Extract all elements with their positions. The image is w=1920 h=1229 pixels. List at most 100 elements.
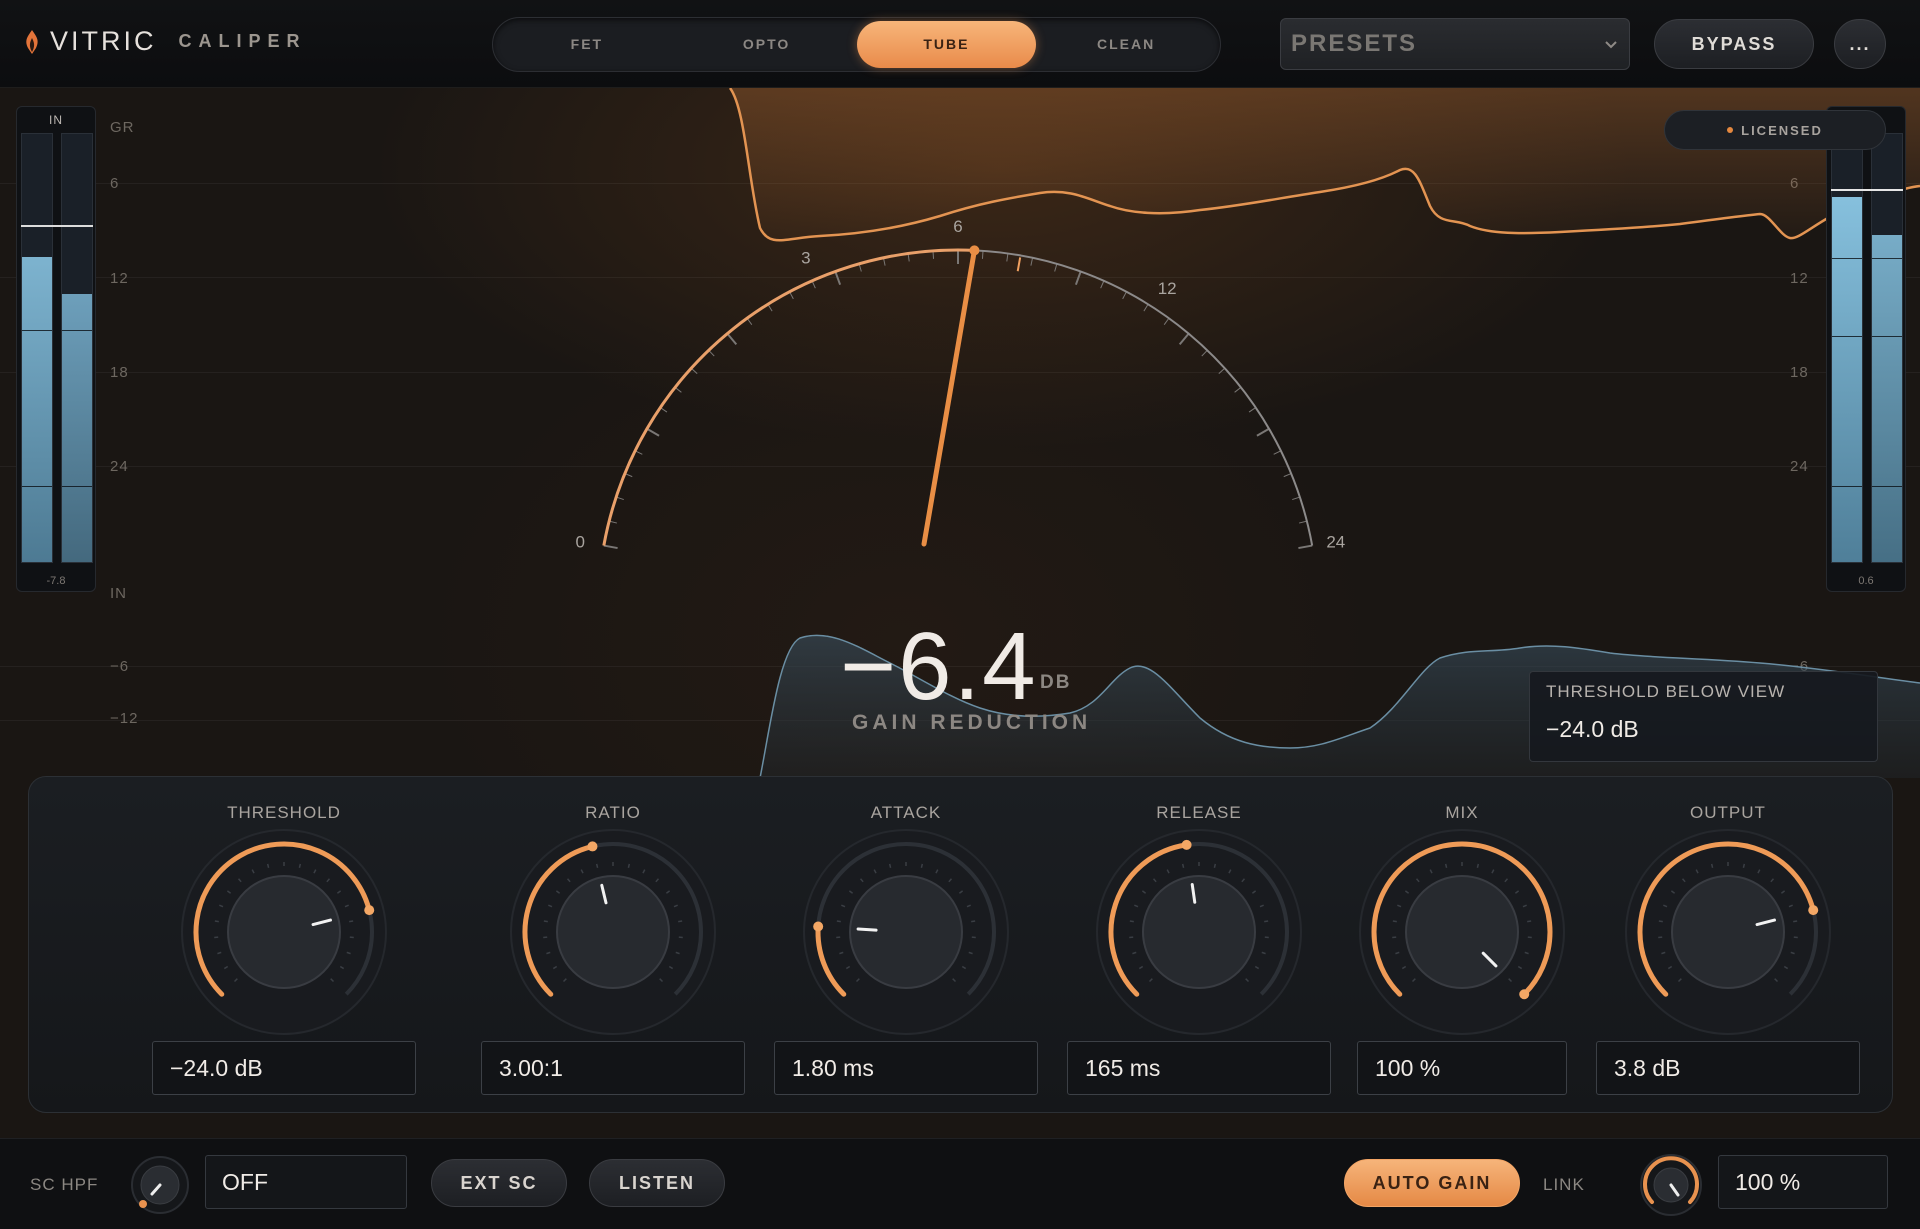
dial-tick-label: 12 xyxy=(1158,279,1177,298)
mix-label: MIX xyxy=(1445,803,1479,822)
auto-gain-button[interactable]: AUTO GAIN xyxy=(1344,1159,1520,1207)
output-control: OUTPUT 3.8 dB xyxy=(1588,777,1868,1114)
dial-peak-marker xyxy=(1016,257,1022,272)
knob-tick xyxy=(1392,920,1397,923)
sc-hpf-knob[interactable] xyxy=(130,1155,190,1215)
knob-body xyxy=(1405,875,1519,989)
dial-tick-marks xyxy=(603,250,1313,550)
presets-label: PRESETS xyxy=(1291,30,1418,57)
sc-hpf-value-field[interactable]: OFF xyxy=(205,1155,407,1209)
dial-tick xyxy=(1074,271,1082,286)
dial-tick xyxy=(1298,544,1313,550)
threshold-label: THRESHOLD xyxy=(227,803,341,822)
knob-tick xyxy=(1213,863,1217,868)
knob-tick xyxy=(678,920,683,923)
dial-tick xyxy=(646,427,660,437)
dial-tick xyxy=(1163,317,1170,326)
more-options-button[interactable]: ... xyxy=(1834,19,1886,69)
ext-sc-button[interactable]: EXT SC xyxy=(431,1159,567,1207)
knob-tick xyxy=(627,863,631,868)
knob-tick xyxy=(543,920,548,923)
dial-tick xyxy=(1234,386,1242,393)
mix-knob[interactable] xyxy=(1357,827,1567,1037)
dial-tick-label: 3 xyxy=(801,248,810,267)
dial-tick xyxy=(1201,349,1208,357)
dial-tick xyxy=(1273,450,1282,455)
dial-tick xyxy=(1292,496,1300,501)
brand-name: VITRIC xyxy=(50,26,157,56)
dial-tick xyxy=(1218,367,1226,374)
bypass-button[interactable]: BYPASS xyxy=(1654,19,1814,69)
output-knob[interactable] xyxy=(1623,827,1833,1037)
knob-body xyxy=(556,875,670,989)
dial-tick xyxy=(1143,304,1149,312)
release-knob[interactable] xyxy=(1094,827,1304,1037)
dial-tick xyxy=(834,271,842,286)
presets-dropdown[interactable]: PRESETS xyxy=(1280,18,1630,70)
knob-tick xyxy=(1181,863,1185,868)
compressor-mode-selector: FET OPTO TUBE CLEAN xyxy=(492,17,1221,72)
dial-tick xyxy=(1100,280,1105,289)
attack-label: ATTACK xyxy=(870,803,942,822)
knob-tick xyxy=(1658,920,1663,923)
knob-tick xyxy=(1527,920,1532,923)
mode-tube[interactable]: TUBE xyxy=(856,21,1037,68)
knob-tick xyxy=(836,920,841,923)
mix-value-field[interactable]: 100 % xyxy=(1357,1041,1567,1095)
threshold-below-view-value: −24.0 dB xyxy=(1546,716,1639,742)
dial-tick-label: 24 xyxy=(1326,532,1345,551)
release-value-field[interactable]: 165 ms xyxy=(1067,1041,1331,1095)
mode-fet[interactable]: FET xyxy=(497,21,677,68)
threshold-below-view-box: THRESHOLD BELOW VIEW −24.0 dB xyxy=(1529,671,1878,762)
dial-tick xyxy=(726,332,738,345)
dial-tick xyxy=(1122,291,1127,300)
dial-needle xyxy=(921,247,977,547)
knob-tick xyxy=(888,863,892,868)
ratio-value-field[interactable]: 3.00:1 xyxy=(481,1041,745,1095)
logo: VITRIC CALIPER xyxy=(22,26,307,57)
link-knob[interactable] xyxy=(1638,1152,1704,1218)
flame-logo-icon xyxy=(26,29,38,54)
mode-clean[interactable]: CLEAN xyxy=(1036,21,1216,68)
knob-tick xyxy=(595,863,599,868)
link-value-field[interactable]: 100 % xyxy=(1718,1155,1888,1209)
gain-reduction-label: GAIN REDUCTION xyxy=(852,711,1092,734)
knob-tick xyxy=(349,920,354,923)
threshold-control: THRESHOLD −24.0 dB xyxy=(144,777,424,1114)
threshold-value-field[interactable]: −24.0 dB xyxy=(152,1041,416,1095)
output-label: OUTPUT xyxy=(1690,803,1766,822)
knob-tick xyxy=(1476,863,1480,868)
threshold-knob[interactable] xyxy=(179,827,389,1037)
attack-knob[interactable] xyxy=(801,827,1011,1037)
knob-tick xyxy=(1793,920,1798,923)
knob-value-dot xyxy=(1808,905,1819,916)
dial-tick xyxy=(1006,253,1009,262)
knob-tick xyxy=(1129,920,1134,923)
dial-tick xyxy=(603,544,618,550)
gain-reduction-unit: DB xyxy=(1040,672,1072,693)
dial-needle-tip xyxy=(969,245,980,256)
dial-arc-active xyxy=(602,248,975,546)
dial-tick xyxy=(1298,520,1307,524)
mix-control: MIX 100 % xyxy=(1322,777,1602,1114)
product-name: CALIPER xyxy=(178,31,307,51)
ratio-knob[interactable] xyxy=(508,827,718,1037)
ratio-label: RATIO xyxy=(585,803,641,822)
dial-tick xyxy=(1178,332,1190,345)
knob-tick xyxy=(971,920,976,923)
output-value-field[interactable]: 3.8 dB xyxy=(1596,1041,1860,1095)
knob-body xyxy=(227,875,341,989)
listen-button[interactable]: LISTEN xyxy=(589,1159,725,1207)
knob-tick xyxy=(298,863,302,868)
dial-tick-label: 6 xyxy=(953,217,962,236)
knob-tick xyxy=(214,920,219,923)
knob-tick xyxy=(1444,863,1448,868)
knob-tick xyxy=(920,863,924,868)
knob-value-dot xyxy=(1181,839,1192,850)
attack-value-field[interactable]: 1.80 ms xyxy=(774,1041,1038,1095)
ratio-control: RATIO 3.00:1 xyxy=(473,777,753,1114)
knob-pointer xyxy=(856,927,878,932)
dial-tick xyxy=(981,250,984,259)
mode-opto[interactable]: OPTO xyxy=(677,21,857,68)
knob-value-dot xyxy=(813,921,824,932)
